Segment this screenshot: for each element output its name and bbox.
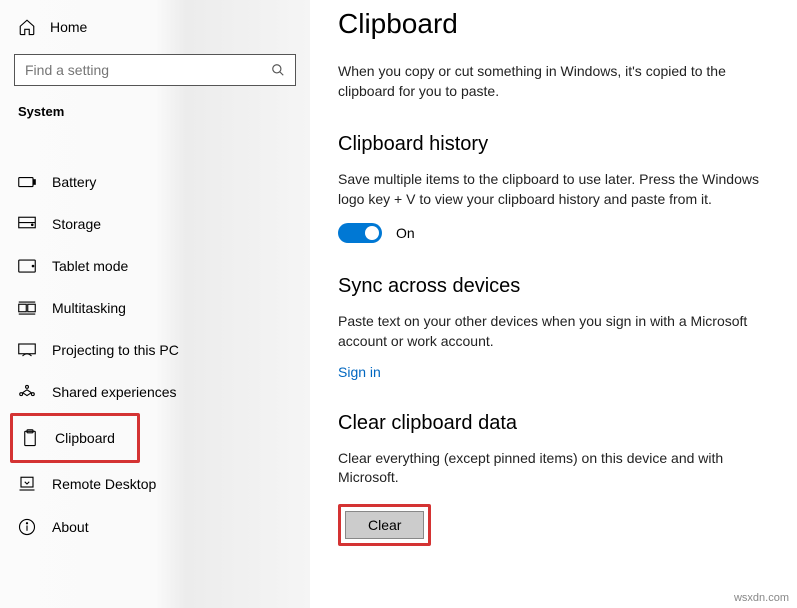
sidebar-item-shared[interactable]: Shared experiences: [0, 371, 310, 413]
home-label: Home: [50, 19, 87, 35]
clear-button-highlight: Clear: [338, 504, 431, 546]
clear-desc: Clear everything (except pinned items) o…: [338, 449, 773, 488]
watermark: wsxdn.com: [734, 592, 789, 604]
nav-label: Clipboard: [55, 430, 115, 446]
search-icon: [271, 63, 285, 77]
main-content: Clipboard When you copy or cut something…: [310, 0, 797, 608]
sidebar-item-projecting[interactable]: Projecting to this PC: [0, 329, 310, 371]
multitasking-icon: [18, 301, 36, 315]
storage-icon: [18, 216, 36, 232]
clear-button[interactable]: Clear: [345, 511, 424, 539]
page-title: Clipboard: [338, 8, 773, 40]
nav-list: Battery Storage Tablet mode Multitasking…: [0, 161, 310, 549]
search-input-wrap[interactable]: [14, 54, 296, 86]
sidebar-item-about[interactable]: About: [0, 505, 310, 549]
about-icon: [18, 518, 36, 536]
nav-label: Storage: [52, 216, 101, 232]
history-toggle-row: On: [338, 223, 773, 243]
nav-label: About: [52, 519, 89, 535]
sync-heading: Sync across devices: [338, 275, 773, 298]
settings-sidebar: Home System Battery Storage Tablet mode: [0, 0, 310, 608]
sidebar-item-clipboard[interactable]: Clipboard: [10, 413, 140, 463]
nav-label: Remote Desktop: [52, 476, 156, 492]
page-intro: When you copy or cut something in Window…: [338, 62, 773, 101]
sidebar-item-tablet[interactable]: Tablet mode: [0, 245, 310, 287]
projecting-icon: [18, 343, 36, 357]
sidebar-item-storage[interactable]: Storage: [0, 203, 310, 245]
remote-icon: [18, 476, 36, 492]
sidebar-item-battery[interactable]: Battery: [0, 161, 310, 203]
shared-icon: [18, 384, 36, 400]
clipboard-icon: [21, 429, 39, 447]
tablet-icon: [18, 259, 36, 273]
sidebar-item-remote[interactable]: Remote Desktop: [0, 463, 310, 505]
nav-label: Multitasking: [52, 300, 126, 316]
history-desc: Save multiple items to the clipboard to …: [338, 170, 773, 209]
category-label: System: [0, 100, 310, 127]
nav-label: Tablet mode: [52, 258, 128, 274]
nav-label: Projecting to this PC: [52, 342, 179, 358]
nav-label: Battery: [52, 174, 96, 190]
nav-label: Shared experiences: [52, 384, 177, 400]
search-input[interactable]: [25, 62, 271, 78]
home-row[interactable]: Home: [0, 12, 310, 50]
sidebar-item-multitasking[interactable]: Multitasking: [0, 287, 310, 329]
history-heading: Clipboard history: [338, 133, 773, 156]
battery-icon: [18, 176, 36, 188]
history-toggle[interactable]: [338, 223, 382, 243]
sync-desc: Paste text on your other devices when yo…: [338, 312, 773, 351]
home-icon: [18, 18, 36, 36]
clear-heading: Clear clipboard data: [338, 412, 773, 435]
history-toggle-state: On: [396, 225, 415, 241]
signin-link[interactable]: Sign in: [338, 364, 381, 380]
